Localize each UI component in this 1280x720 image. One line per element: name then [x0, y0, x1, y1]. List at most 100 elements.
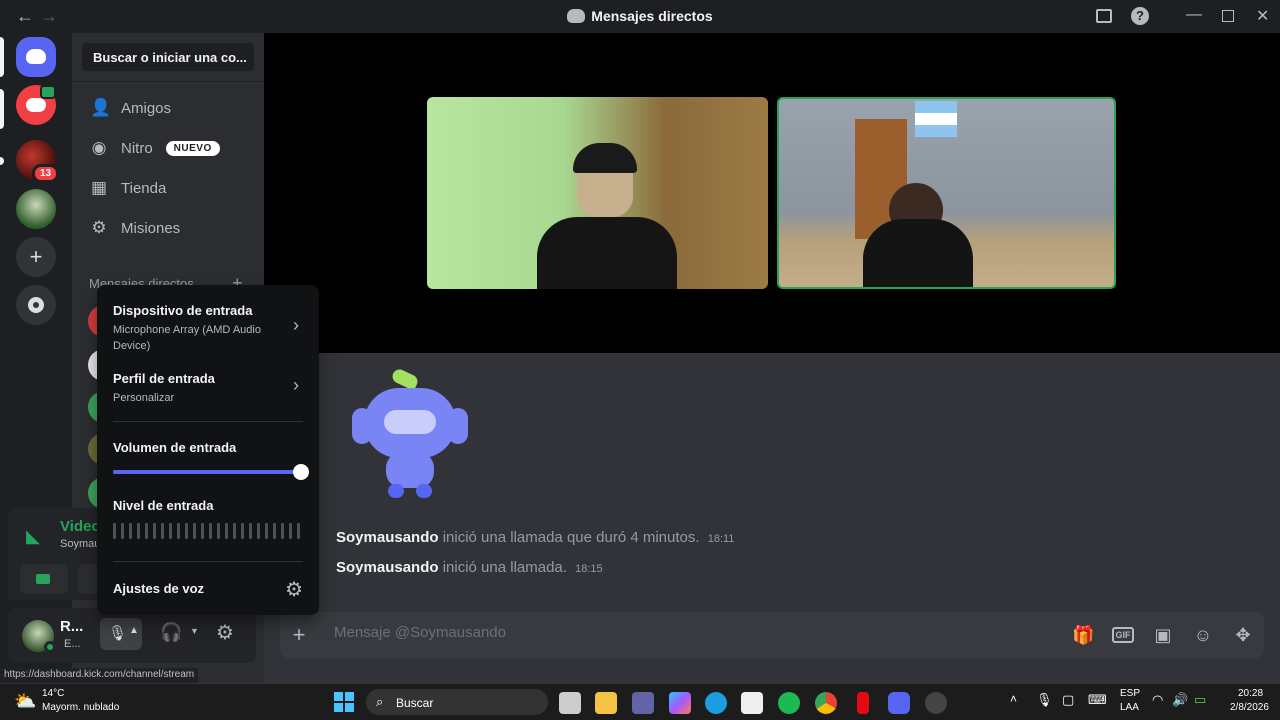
emoji-icon[interactable]: ☺	[1192, 624, 1214, 646]
start-windows-icon[interactable]	[334, 692, 354, 712]
active-pill	[0, 37, 4, 77]
nav-quests[interactable]: ⚙ Misiones	[80, 210, 256, 246]
volume-icon[interactable]: 🔊	[1172, 692, 1188, 708]
level-bar	[145, 523, 148, 539]
voice-channel-name[interactable]: Soymau	[60, 538, 100, 550]
friends-icon: 👤	[90, 98, 112, 117]
inbox-icon[interactable]	[1096, 9, 1112, 23]
input-volume-slider[interactable]	[113, 464, 309, 480]
weather-temperature[interactable]: 14°C	[42, 688, 64, 699]
video-tile-remote[interactable]	[777, 97, 1116, 289]
discord-logo-icon	[26, 49, 46, 64]
level-bar	[169, 523, 172, 539]
user-status: E...	[64, 638, 81, 650]
divider	[113, 561, 303, 562]
store-icon[interactable]	[741, 692, 763, 714]
message-input[interactable]	[334, 624, 1034, 641]
minimize-icon[interactable]: —	[1186, 6, 1202, 24]
netflix-icon[interactable]	[857, 692, 869, 714]
link-preview-url: https://dashboard.kick.com/channel/strea…	[0, 668, 199, 683]
chrome-icon[interactable]	[815, 692, 837, 714]
level-bar	[193, 523, 196, 539]
video-tile-local[interactable]	[427, 97, 768, 289]
search-icon: ⌕	[376, 694, 384, 709]
sticker-icon[interactable]: ▣	[1152, 624, 1174, 646]
level-bar	[113, 523, 116, 539]
level-bar	[233, 523, 236, 539]
chevron-up-icon[interactable]: ˄	[1010, 692, 1017, 706]
message-author[interactable]: Soymausando	[336, 559, 439, 576]
weather-cloud-icon[interactable]: ⛅	[14, 691, 36, 712]
gif-icon[interactable]: GIF	[1112, 627, 1134, 643]
voice-status: Video	[60, 518, 101, 535]
language-indicator[interactable]: ESP	[1120, 688, 1140, 699]
headphones-icon[interactable]: 🎧	[160, 622, 182, 643]
file-explorer-icon[interactable]	[595, 692, 617, 714]
tray-app-icon[interactable]: ▢	[1062, 692, 1074, 708]
system-message: Soymausando inició una llamada que duró …	[336, 529, 735, 546]
level-bar	[241, 523, 244, 539]
teams-icon[interactable]	[632, 692, 654, 714]
video-badge-icon	[40, 85, 56, 99]
task-view-icon[interactable]	[559, 692, 581, 714]
nav-nitro[interactable]: ◉ Nitro NUEVO	[80, 130, 256, 166]
unread-pill	[0, 157, 4, 165]
home-button[interactable]	[16, 37, 56, 77]
nav-friends[interactable]: 👤 Amigos	[80, 90, 256, 126]
level-bar	[249, 523, 252, 539]
nav-shop[interactable]: ▦ Tienda	[80, 170, 256, 206]
clock-time[interactable]: 20:28	[1238, 688, 1263, 699]
level-bar	[289, 523, 292, 539]
copilot-icon[interactable]	[669, 692, 691, 714]
level-bar	[129, 523, 132, 539]
chevron-right-icon: ›	[293, 375, 299, 395]
discord-taskbar-icon[interactable]	[888, 692, 910, 714]
server-icon-red[interactable]	[16, 85, 56, 125]
apps-icon[interactable]: ✥	[1232, 624, 1254, 646]
voice-settings-option[interactable]: Ajustes de voz ⚙	[97, 571, 319, 607]
gift-icon[interactable]: 🎁	[1072, 624, 1094, 646]
clock-date[interactable]: 2/8/2026	[1230, 702, 1269, 713]
keyboard-icon[interactable]: ⌨	[1088, 692, 1107, 708]
new-badge: NUEVO	[165, 140, 220, 156]
level-bar	[185, 523, 188, 539]
discord-logo-icon	[567, 9, 586, 23]
quests-icon: ⚙	[91, 218, 107, 237]
message-author[interactable]: Soymausando	[336, 529, 439, 546]
attach-plus-icon[interactable]: +	[288, 624, 310, 646]
maximize-icon[interactable]	[1222, 10, 1234, 22]
find-conversation-button[interactable]: Buscar o iniciar una co...	[82, 43, 254, 71]
explore-icon[interactable]	[16, 285, 56, 325]
input-profile-option[interactable]: Perfil de entrada Personalizar ›	[97, 363, 319, 413]
edge-icon[interactable]	[705, 692, 727, 714]
add-server-icon[interactable]: +	[16, 237, 56, 277]
server-icon-2[interactable]	[16, 189, 56, 229]
help-icon[interactable]: ?	[1131, 7, 1149, 25]
settings-gear-icon[interactable]: ⚙	[216, 620, 234, 645]
app-icon[interactable]	[925, 692, 947, 714]
chevron-right-icon: ›	[293, 315, 299, 335]
input-device-option[interactable]: Dispositivo de entrada Microphone Array …	[97, 295, 319, 359]
level-bar	[209, 523, 212, 539]
level-bar	[153, 523, 156, 539]
taskbar-search[interactable]: ⌕ Buscar	[366, 689, 548, 715]
spotify-icon[interactable]	[778, 692, 800, 714]
nitro-icon: ◉	[91, 138, 107, 157]
battery-icon[interactable]: ▭	[1194, 692, 1206, 708]
microphone-icon[interactable]: 🎙	[1036, 692, 1053, 708]
discord-logo-icon	[26, 98, 46, 112]
divider	[113, 421, 303, 422]
level-bar	[225, 523, 228, 539]
slider-knob[interactable]	[293, 464, 309, 480]
keyboard-layout[interactable]: LAA	[1120, 702, 1139, 713]
camera-button[interactable]	[20, 564, 68, 594]
username: R...	[60, 618, 84, 635]
level-bar	[137, 523, 140, 539]
close-icon[interactable]: ✕	[1256, 6, 1269, 26]
level-bar	[217, 523, 220, 539]
chevron-up-icon: ▲	[129, 625, 139, 636]
mic-button[interactable]: 🎙 ▲	[100, 618, 142, 650]
weather-description[interactable]: Mayorm. nublado	[42, 702, 119, 713]
chevron-down-icon[interactable]: ▼	[190, 626, 199, 636]
wifi-icon[interactable]: ◠	[1152, 692, 1163, 708]
